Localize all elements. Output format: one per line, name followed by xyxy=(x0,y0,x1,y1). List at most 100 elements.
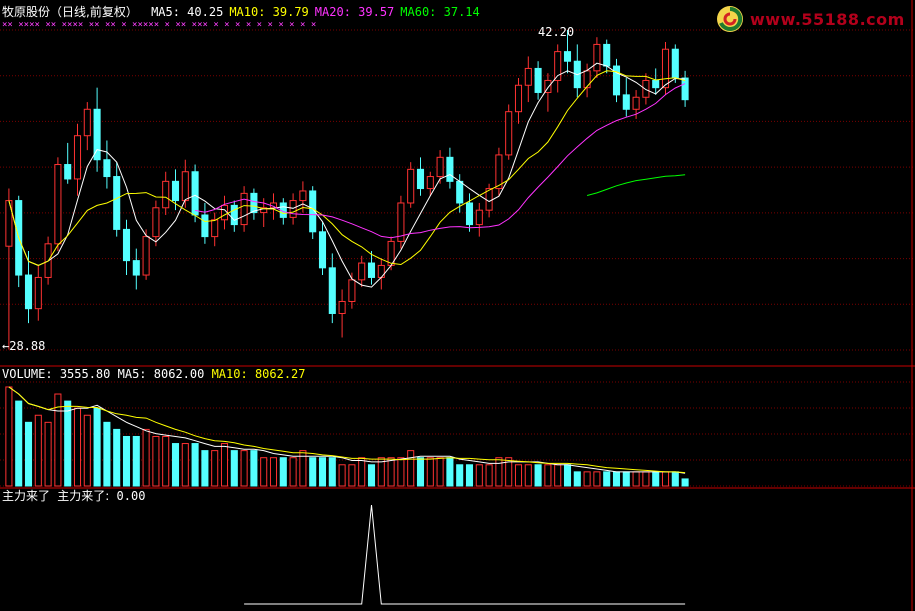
volume-bar xyxy=(456,464,464,487)
volume-bar xyxy=(642,471,650,487)
candle-body xyxy=(652,79,660,89)
candle-body xyxy=(73,135,82,180)
volume-bar xyxy=(446,457,454,487)
candle-body xyxy=(181,171,189,202)
volume-bar xyxy=(358,457,366,487)
volume-bar xyxy=(652,471,660,487)
candle-body xyxy=(377,264,385,278)
volume-bar xyxy=(309,457,317,487)
candle-body xyxy=(612,65,621,96)
volume-bar xyxy=(240,450,248,487)
volume-bar xyxy=(83,414,91,487)
candle-body xyxy=(456,180,464,204)
volume-bar xyxy=(132,435,140,487)
volume-bar xyxy=(475,464,483,487)
volume-bar xyxy=(34,414,42,487)
volume-bar xyxy=(426,457,434,487)
volume-bar xyxy=(318,457,327,487)
candle-body xyxy=(64,164,72,180)
volume-bar xyxy=(64,400,72,487)
volume-bar xyxy=(338,464,346,487)
volume-bar xyxy=(5,386,13,487)
candle-body xyxy=(534,67,542,93)
volume-bar xyxy=(661,471,670,487)
indicator-header: 主力来了 主力来了: 0.00 xyxy=(2,489,145,503)
high-price-marker: 42.20 xyxy=(538,25,575,39)
volume-bar xyxy=(211,450,219,487)
volume-bar xyxy=(113,428,121,487)
volume-bar xyxy=(162,435,170,487)
candle-body xyxy=(240,192,248,226)
candle-body xyxy=(465,202,474,226)
candle-body xyxy=(230,204,238,226)
volume-bar xyxy=(681,478,689,487)
candle-body xyxy=(505,111,513,156)
candle-body xyxy=(191,171,199,216)
volume-value: 3555.80 xyxy=(59,367,111,381)
volume-bar xyxy=(671,471,679,487)
volume-bar xyxy=(44,421,52,487)
volume-bar xyxy=(583,471,591,487)
candle-body xyxy=(162,180,170,209)
candle-body xyxy=(603,43,611,67)
low-price-value: 28.88 xyxy=(9,339,46,353)
candle-body xyxy=(328,267,336,314)
indicator-line-label: 主力来了: xyxy=(57,489,110,503)
volume-bar xyxy=(534,464,542,487)
volume-bar xyxy=(563,464,572,487)
ma-legend: MA5: 40.25 MA10: 39.79 MA20: 39.57 MA60: 37… xyxy=(145,5,480,19)
candle-body xyxy=(593,43,601,72)
ma-legend-item: MA60: 37.14 xyxy=(400,5,480,19)
candle-body xyxy=(367,262,376,278)
candle-body xyxy=(436,156,444,178)
volume-bar xyxy=(632,471,640,487)
low-price-marker: ←28.88 xyxy=(2,339,46,353)
volume-bar xyxy=(397,457,405,487)
candle-body xyxy=(416,168,425,190)
chart-canvas[interactable] xyxy=(0,0,915,611)
volume-ma5-value: 8062.00 xyxy=(153,367,205,381)
volume-bar xyxy=(603,471,611,487)
logo-swirl-icon xyxy=(717,6,743,32)
volume-bar xyxy=(171,443,180,487)
ma-legend-item: MA10: 39.79 xyxy=(229,5,309,19)
volume-ma10-value: 8062.27 xyxy=(254,367,306,381)
volume-bar xyxy=(152,435,160,487)
volume-bar xyxy=(524,464,532,487)
candle-body xyxy=(289,200,297,218)
ma60-line xyxy=(586,174,686,196)
candle-body xyxy=(93,108,101,161)
candle-body xyxy=(348,279,356,302)
candle-body xyxy=(475,209,483,226)
volume-bar xyxy=(367,464,376,487)
signal-markers: ×× ×××× ×× ×××× ×× ×× × ××××× × ×× ××× ×… xyxy=(2,20,317,30)
volume-bar xyxy=(103,421,111,487)
volume-bar xyxy=(622,471,630,487)
candle-body xyxy=(563,51,572,62)
candle-body xyxy=(211,219,219,238)
volume-bar xyxy=(260,457,268,487)
candle-body xyxy=(632,96,640,110)
volume-bar xyxy=(289,457,297,487)
volume-bar xyxy=(230,450,238,487)
volume-bar xyxy=(24,421,33,487)
volume-bar xyxy=(201,450,209,487)
candle-body xyxy=(622,94,630,110)
volume-bar xyxy=(514,464,523,487)
volume-bar xyxy=(15,400,23,487)
volume-bar xyxy=(544,464,552,487)
candle-body xyxy=(201,214,209,238)
candle-body xyxy=(250,192,258,214)
volume-bar xyxy=(554,464,562,487)
logo-url: www.55188.com xyxy=(750,9,905,29)
ma-legend-item: MA5: 40.25 xyxy=(151,5,224,19)
volume-bar xyxy=(348,464,356,487)
volume-ma10-label: MA10: xyxy=(211,367,248,381)
volume-bar xyxy=(387,457,395,487)
price-header: 牧原股份（日线,前复权） MA5: 40.25 MA10: 39.79 MA20: … xyxy=(2,5,480,19)
volume-bar xyxy=(416,457,425,487)
volume-bar xyxy=(250,450,258,487)
volume-bar xyxy=(73,407,82,487)
volume-bar xyxy=(122,435,131,487)
indicator-line xyxy=(244,504,686,605)
